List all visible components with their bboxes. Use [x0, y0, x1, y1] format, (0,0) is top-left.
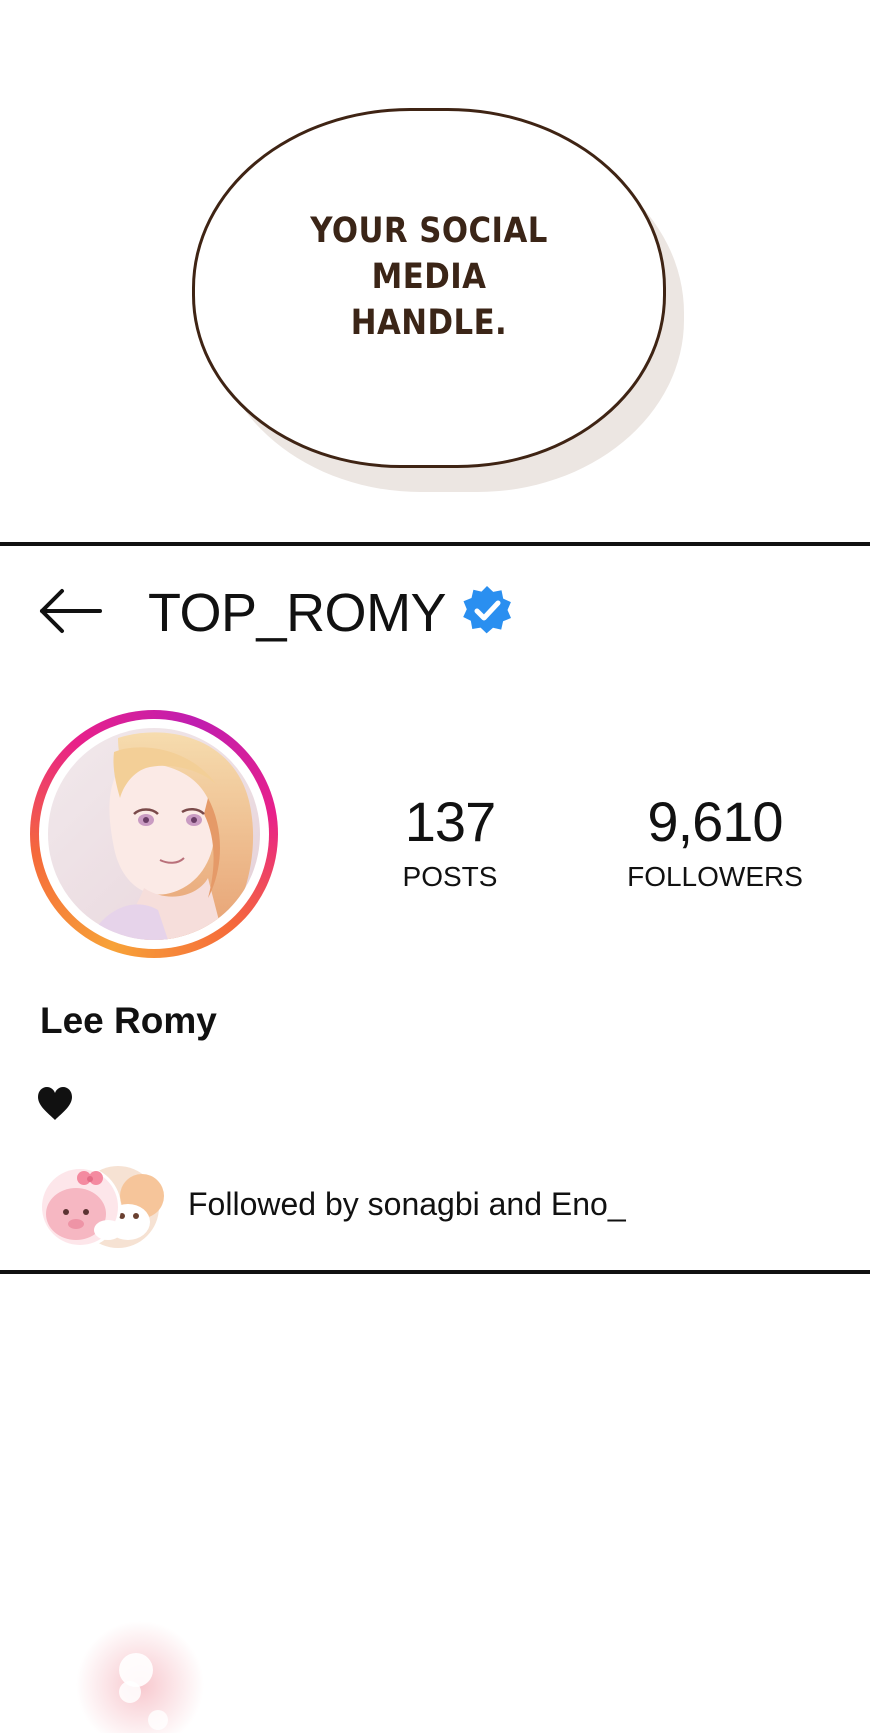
posts-count: 137	[404, 790, 496, 853]
speech-bubble-body: YOUR SOCIAL MEDIA HANDLE.	[192, 108, 666, 468]
heart-icon	[38, 1087, 72, 1120]
posts-stat[interactable]: 137 POSTS	[390, 790, 510, 894]
speech-bubble: YOUR SOCIAL MEDIA HANDLE.	[192, 108, 688, 496]
followed-by-text[interactable]: Followed by sonagbi and Eno_	[188, 1186, 626, 1223]
speech-bubble-line-1: YOUR SOCIAL MEDIA	[310, 211, 548, 297]
verified-badge-icon	[463, 586, 512, 634]
followers-label: FOLLOWERS	[627, 861, 803, 892]
profile-avatar-ring[interactable]	[30, 710, 278, 958]
followers-stat[interactable]: 9,610 FOLLOWERS	[620, 790, 810, 894]
speech-bubble-text: YOUR SOCIAL MEDIA HANDLE.	[253, 208, 605, 346]
posts-label: POSTS	[402, 861, 498, 892]
followed-by-avatars[interactable]	[38, 1164, 168, 1250]
followers-count: 9,610	[647, 790, 783, 853]
profile-panel: TOP_ROMY 137 POSTS 9,610 FOLLOWERS Lee R…	[0, 542, 870, 1274]
profile-avatar	[48, 728, 260, 940]
sparkle-decoration	[76, 1621, 204, 1733]
profile-header: TOP_ROMY	[148, 582, 516, 644]
back-arrow-icon[interactable]	[38, 588, 102, 634]
profile-username: TOP_ROMY	[148, 583, 447, 643]
profile-display-name: Lee Romy	[40, 1000, 217, 1041]
speech-bubble-line-2: HANDLE.	[350, 303, 508, 343]
